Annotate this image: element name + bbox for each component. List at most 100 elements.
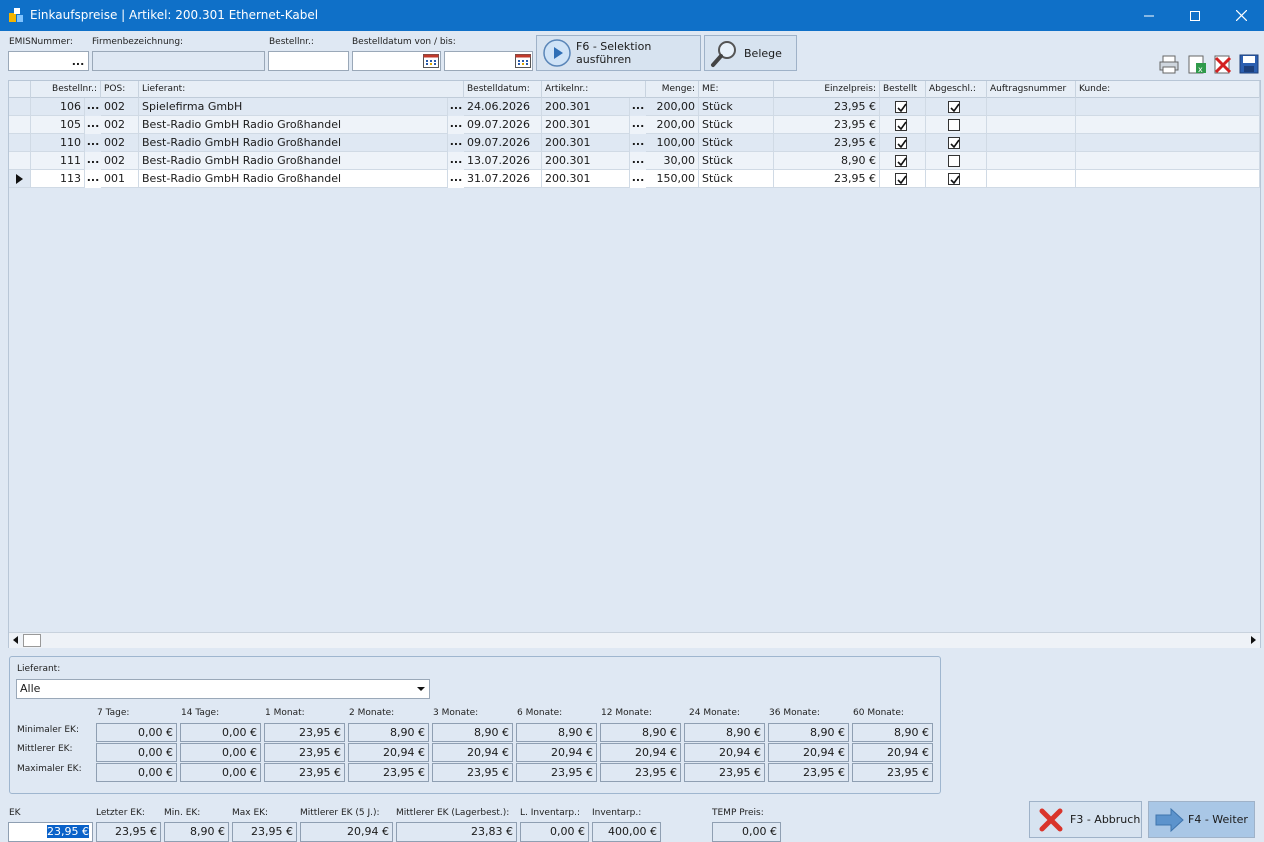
abgeschl-checkbox[interactable] — [948, 137, 960, 149]
bestellnr-lookup-button[interactable]: ... — [85, 116, 101, 134]
cell-bestellnr[interactable]: 110 — [31, 134, 85, 152]
cell-artikelnr[interactable]: 200.301 — [542, 134, 630, 152]
lieferant-select[interactable]: Alle — [16, 679, 430, 699]
header-me[interactable]: ME: — [699, 81, 774, 98]
cell-bestelldatum[interactable]: 09.07.2026 — [464, 116, 542, 134]
cell-bestelldatum[interactable]: 31.07.2026 — [464, 170, 542, 188]
header-bestelldatum[interactable]: Bestelldatum: — [464, 81, 542, 98]
calendar-icon[interactable] — [515, 54, 531, 68]
cell-bestellnr[interactable]: 106 — [31, 98, 85, 116]
scroll-right-icon[interactable] — [1247, 633, 1259, 647]
ek-input[interactable]: 23,95 € — [8, 822, 93, 842]
selektion-button[interactable]: F6 - Selektion ausführen — [536, 35, 701, 71]
cell-einzelpreis[interactable]: 23,95 € — [774, 134, 880, 152]
cell-pos[interactable]: 001 — [101, 170, 139, 188]
cell-auftragsnummer[interactable] — [987, 152, 1076, 170]
artikel-lookup-button[interactable]: ... — [630, 98, 646, 116]
cell-einzelpreis[interactable]: 23,95 € — [774, 170, 880, 188]
cell-artikelnr[interactable]: 200.301 — [542, 116, 630, 134]
bestellnr-lookup-button[interactable]: ... — [85, 152, 101, 170]
horizontal-scrollbar[interactable] — [9, 632, 1260, 648]
weiter-button[interactable]: F4 - Weiter — [1148, 801, 1255, 838]
cell-auftragsnummer[interactable] — [987, 134, 1076, 152]
cell-bestellt[interactable] — [880, 170, 926, 188]
emis-lookup-button[interactable]: ... — [68, 52, 88, 70]
save-icon[interactable] — [1239, 54, 1259, 74]
bestellt-checkbox[interactable] — [895, 173, 907, 185]
cell-kunde[interactable] — [1076, 116, 1260, 134]
table-row-selected[interactable]: 113 ... 001 Best-Radio GmbH Radio Großha… — [9, 170, 1260, 188]
cell-bestelldatum[interactable]: 09.07.2026 — [464, 134, 542, 152]
emis-field[interactable]: ... — [8, 51, 89, 71]
bestellnr-lookup-button[interactable]: ... — [85, 134, 101, 152]
row-indicator[interactable] — [9, 116, 31, 134]
artikel-lookup-button[interactable]: ... — [630, 170, 646, 188]
cell-menge[interactable]: 150,00 — [646, 170, 699, 188]
artikel-lookup-button[interactable]: ... — [630, 152, 646, 170]
cell-auftragsnummer[interactable] — [987, 170, 1076, 188]
cell-bestellt[interactable] — [880, 116, 926, 134]
cell-menge[interactable]: 100,00 — [646, 134, 699, 152]
cell-bestelldatum[interactable]: 13.07.2026 — [464, 152, 542, 170]
header-menge[interactable]: Menge: — [646, 81, 699, 98]
export-excel-icon[interactable]: x — [1187, 54, 1207, 74]
bestellt-checkbox[interactable] — [895, 119, 907, 131]
header-einzelpreis[interactable]: Einzelpreis: — [774, 81, 880, 98]
row-indicator[interactable] — [9, 170, 31, 188]
row-indicator[interactable] — [9, 152, 31, 170]
cell-bestellt[interactable] — [880, 98, 926, 116]
cell-einzelpreis[interactable]: 23,95 € — [774, 116, 880, 134]
bestellt-checkbox[interactable] — [895, 137, 907, 149]
cell-artikelnr[interactable]: 200.301 — [542, 98, 630, 116]
cell-auftragsnummer[interactable] — [987, 116, 1076, 134]
cell-abgeschl[interactable] — [926, 134, 987, 152]
chevron-down-icon[interactable] — [413, 680, 429, 698]
lieferant-lookup-button[interactable]: ... — [448, 152, 464, 170]
abgeschl-checkbox[interactable] — [948, 155, 960, 167]
cell-kunde[interactable] — [1076, 170, 1260, 188]
cell-menge[interactable]: 30,00 — [646, 152, 699, 170]
bestellnr-lookup-button[interactable]: ... — [85, 170, 101, 188]
cell-me[interactable]: Stück — [699, 134, 774, 152]
bestellt-checkbox[interactable] — [895, 101, 907, 113]
cell-pos[interactable]: 002 — [101, 152, 139, 170]
cell-einzelpreis[interactable]: 8,90 € — [774, 152, 880, 170]
cell-pos[interactable]: 002 — [101, 116, 139, 134]
cell-lieferant[interactable]: Best-Radio GmbH Radio Großhandel — [139, 152, 448, 170]
cell-artikelnr[interactable]: 200.301 — [542, 170, 630, 188]
delete-icon[interactable] — [1213, 54, 1233, 74]
scroll-thumb[interactable] — [23, 634, 41, 647]
datum-to-field[interactable] — [444, 51, 533, 71]
calendar-icon[interactable] — [423, 54, 439, 68]
cell-lieferant[interactable]: Best-Radio GmbH Radio Großhandel — [139, 116, 448, 134]
cell-bestellt[interactable] — [880, 134, 926, 152]
bestellnr-field[interactable] — [268, 51, 349, 71]
header-abgeschl[interactable]: Abgeschl.: — [926, 81, 987, 98]
cell-bestellnr[interactable]: 111 — [31, 152, 85, 170]
abgeschl-checkbox[interactable] — [948, 119, 960, 131]
cell-abgeschl[interactable] — [926, 152, 987, 170]
abgeschl-checkbox[interactable] — [948, 173, 960, 185]
cell-lieferant[interactable]: Best-Radio GmbH Radio Großhandel — [139, 170, 448, 188]
row-indicator[interactable] — [9, 134, 31, 152]
belege-button[interactable]: Belege — [704, 35, 797, 71]
table-row[interactable]: 110 ... 002 Best-Radio GmbH Radio Großha… — [9, 134, 1260, 152]
datum-from-field[interactable] — [352, 51, 441, 71]
cell-menge[interactable]: 200,00 — [646, 98, 699, 116]
table-row[interactable]: 105 ... 002 Best-Radio GmbH Radio Großha… — [9, 116, 1260, 134]
cell-abgeschl[interactable] — [926, 98, 987, 116]
header-bestellt[interactable]: Bestellt — [880, 81, 926, 98]
header-bestellnr[interactable]: Bestellnr.: — [31, 81, 101, 98]
cell-bestellt[interactable] — [880, 152, 926, 170]
header-artikelnr[interactable]: Artikelnr.: — [542, 81, 646, 98]
maximize-button[interactable] — [1172, 0, 1218, 31]
cell-artikelnr[interactable]: 200.301 — [542, 152, 630, 170]
cell-menge[interactable]: 200,00 — [646, 116, 699, 134]
cell-kunde[interactable] — [1076, 98, 1260, 116]
header-kunde[interactable]: Kunde: — [1076, 81, 1260, 98]
cell-bestelldatum[interactable]: 24.06.2026 — [464, 98, 542, 116]
cell-lieferant[interactable]: Best-Radio GmbH Radio Großhandel — [139, 134, 448, 152]
row-indicator[interactable] — [9, 98, 31, 116]
cell-auftragsnummer[interactable] — [987, 98, 1076, 116]
orders-grid[interactable]: Bestellnr.: POS: Lieferant: Bestelldatum… — [8, 80, 1261, 648]
